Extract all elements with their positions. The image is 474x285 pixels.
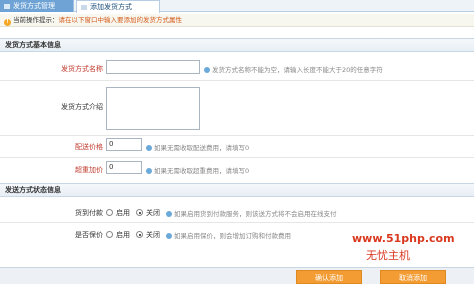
add-icon: [81, 4, 87, 10]
weight-hint-text: 如果无需收取超重费用，请填写0: [154, 167, 250, 175]
name-label: 发货方式名称: [61, 65, 103, 73]
weight-input[interactable]: 0: [106, 161, 142, 174]
divider: [0, 222, 474, 223]
list-icon: [4, 3, 10, 9]
divider: [0, 157, 474, 158]
radio-label: 启用: [116, 209, 130, 217]
operation-tip: ! 当前操作提示：请在以下窗口中输入要添加的发货方式属性: [0, 14, 474, 27]
tab-label: 添加发货方式: [90, 3, 132, 11]
radio-circle: [106, 231, 113, 238]
insure-hint: 如果启用保价，则会增加订购和付款费用: [166, 230, 291, 240]
radio-circle-checked: [136, 231, 143, 238]
tab-bar: 发货方式管理 添加发货方式: [0, 0, 474, 13]
price-hint-text: 如果无需收取配送费用，请填写0: [154, 144, 250, 152]
desc-label: 发货方式介绍: [61, 103, 103, 111]
desc-textarea[interactable]: [106, 87, 200, 130]
weight-label: 超重加价: [75, 166, 103, 174]
hint-icon: [166, 233, 172, 239]
price-input[interactable]: 0: [106, 138, 142, 151]
cod-hint: 如果启用货到付款服务，则该送方式将不会启用在线支付: [166, 208, 337, 218]
divider: [0, 80, 474, 81]
cod-hint-text: 如果启用货到付款服务，则该送方式将不会启用在线支付: [174, 210, 337, 218]
info-icon: !: [4, 19, 11, 26]
radio-label: 启用: [116, 231, 130, 239]
insure-label: 是否保价: [75, 231, 103, 239]
tab-shipping-manage[interactable]: 发货方式管理: [0, 0, 74, 12]
tip-text: 请在以下窗口中输入要添加的发货方式属性: [58, 16, 183, 24]
tab-label: 发货方式管理: [13, 2, 55, 10]
hint-icon: [166, 211, 172, 217]
hint-icon: [204, 67, 210, 73]
watermark-url: www.51php.com: [352, 232, 455, 245]
price-hint: 如果无需收取配送费用，请填写0: [146, 142, 249, 152]
watermark-name: 无忧主机: [366, 249, 410, 262]
cod-disable-radio[interactable]: 关闭: [136, 208, 160, 218]
insure-enable-radio[interactable]: 启用: [106, 230, 130, 240]
hint-icon: [146, 145, 152, 151]
radio-circle: [106, 209, 113, 216]
insure-disable-radio[interactable]: 关闭: [136, 230, 160, 240]
cancel-add-button[interactable]: 取消添加: [380, 270, 446, 284]
hint-icon: [146, 168, 152, 174]
divider: [0, 135, 474, 136]
radio-label: 关闭: [146, 209, 160, 217]
price-label: 配送价格: [75, 143, 103, 151]
section-status-title: 发送方式状态信息: [0, 183, 474, 197]
name-hint: 发货方式名称不能为空，请输入长度不能大于20的任意字符: [204, 64, 383, 74]
name-hint-text: 发货方式名称不能为空，请输入长度不能大于20的任意字符: [212, 66, 383, 74]
name-input[interactable]: [106, 60, 200, 74]
radio-label: 关闭: [146, 231, 160, 239]
tip-label: 当前操作提示：: [13, 16, 59, 24]
section-basic-title: 发货方式基本信息: [0, 38, 474, 52]
confirm-add-button[interactable]: 确认添加: [296, 270, 362, 284]
cod-label: 货到付款: [75, 209, 103, 217]
weight-hint: 如果无需收取超重费用，请填写0: [146, 165, 249, 175]
radio-circle-checked: [136, 209, 143, 216]
tab-add-shipping[interactable]: 添加发货方式: [76, 0, 160, 13]
cod-enable-radio[interactable]: 启用: [106, 208, 130, 218]
insure-hint-text: 如果启用保价，则会增加订购和付款费用: [174, 232, 291, 240]
